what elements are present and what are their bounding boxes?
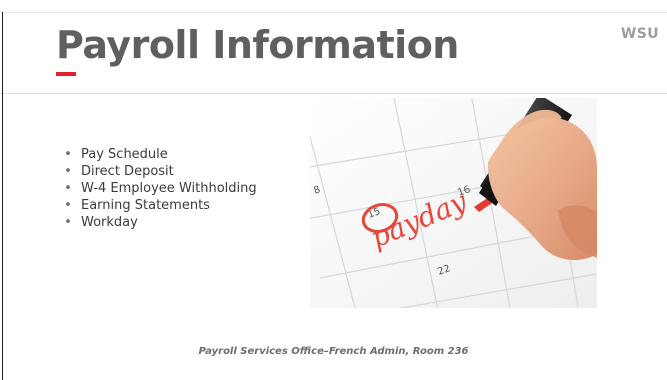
bullet-item-earning-statements: • Earning Statements [63,197,303,214]
footer-location-text: Payroll Services Office–French Admin, Ro… [198,346,469,357]
title-accent-bar [56,72,76,76]
bullet-dot-icon: • [64,164,72,179]
slide-title: Payroll Information [56,23,459,67]
calendar-illustration: 8 15 16 22 23 payday [310,98,597,308]
bullet-dot-icon: • [64,198,72,213]
bullet-text: Direct Deposit [81,164,174,179]
bullet-text: Pay Schedule [81,147,168,162]
bullet-dot-icon: • [64,215,72,230]
bullet-dot-icon: • [64,147,72,162]
wsu-logo-text: WSU [620,26,659,42]
bullet-dot-icon: • [64,181,72,196]
bullet-list: • Pay Schedule • Direct Deposit • W-4 Em… [63,146,303,231]
calendar-payday-photo: 8 15 16 22 23 payday [310,98,597,308]
bullet-item-pay-schedule: • Pay Schedule [63,146,303,163]
slide-top-border [0,0,667,13]
presentation-slide: Payroll Information WSU • Pay Schedule •… [0,0,667,380]
bullet-text: Earning Statements [81,198,210,213]
slide-left-border [2,12,3,380]
bullet-item-workday: • Workday [63,214,303,231]
bullet-text: Workday [81,215,138,230]
bullet-text: W-4 Employee Withholding [81,181,257,196]
bullet-item-direct-deposit: • Direct Deposit [63,163,303,180]
bullet-item-w4-withholding: • W-4 Employee Withholding [63,180,303,197]
